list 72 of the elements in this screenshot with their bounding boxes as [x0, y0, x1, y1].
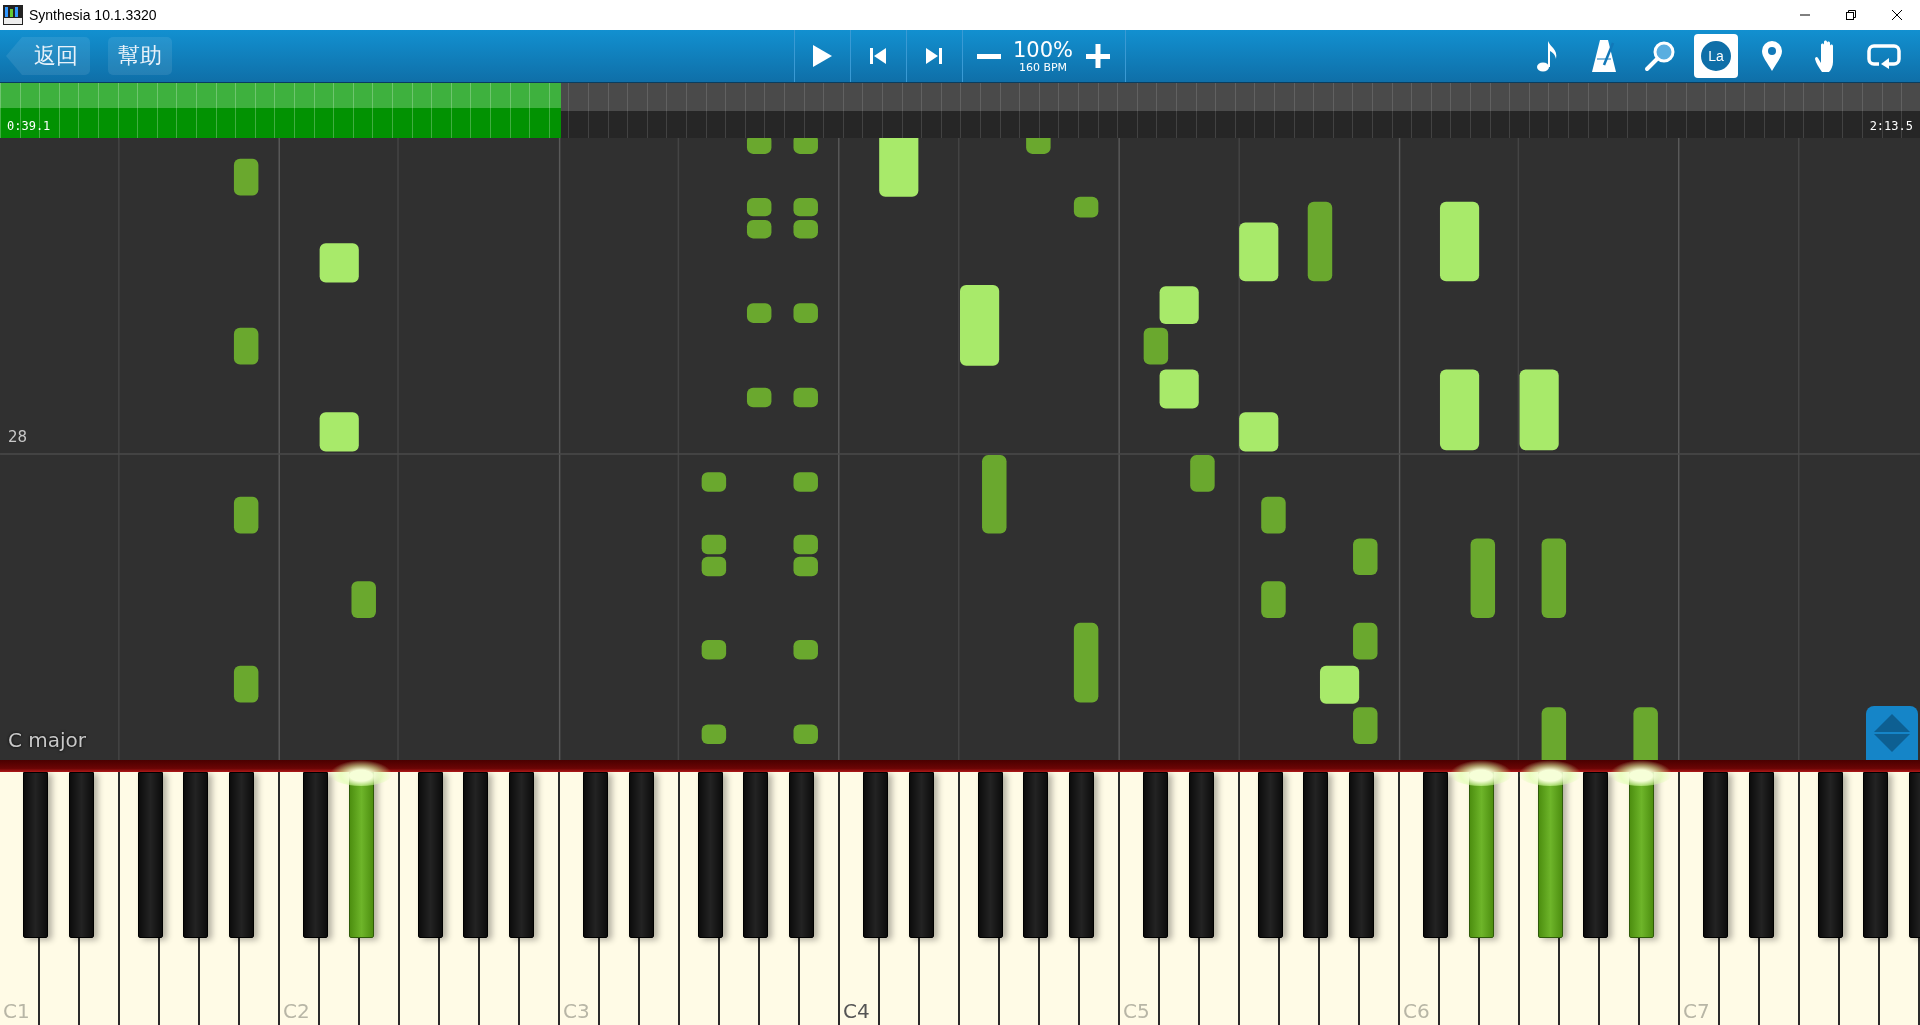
piano-logo-icon [3, 5, 23, 25]
sharp-key[interactable] [69, 772, 94, 938]
sharp-key[interactable] [1749, 772, 1774, 938]
help-button[interactable]: 幫助 [108, 37, 172, 75]
octave-label: C5 [1123, 999, 1150, 1023]
octave-label: C4 [843, 999, 870, 1023]
scroll-toggle-button[interactable] [1866, 706, 1918, 760]
sharp-key[interactable] [863, 772, 888, 938]
pressed-sharp-key[interactable] [1538, 772, 1563, 938]
sharp-key[interactable] [1863, 772, 1888, 938]
search-icon [1644, 40, 1676, 72]
key-glow [1609, 760, 1673, 786]
map-pin-icon [1761, 40, 1783, 72]
sharp-key[interactable] [743, 772, 768, 938]
sharp-key[interactable] [1303, 772, 1328, 938]
note-name-button[interactable]: La [1694, 34, 1738, 78]
pressed-sharp-key[interactable] [1629, 772, 1654, 938]
tempo-label: 160 BPM [1018, 60, 1068, 74]
window-title: Synthesia 10.1.3320 [29, 7, 157, 23]
sharp-key[interactable] [978, 772, 1003, 938]
metronome-icon [1591, 39, 1617, 73]
key-glow [329, 760, 393, 786]
key-signature-label: C major [8, 728, 87, 752]
skip-forward-icon [925, 47, 944, 65]
sharp-key[interactable] [1023, 772, 1048, 938]
sharp-key[interactable] [789, 772, 814, 938]
sharp-key[interactable] [1143, 772, 1168, 938]
sharp-key[interactable] [303, 772, 328, 938]
pressed-sharp-key[interactable] [1469, 772, 1494, 938]
sharp-key[interactable] [698, 772, 723, 938]
sharp-key[interactable] [1189, 772, 1214, 938]
restore-icon [1845, 9, 1857, 21]
elapsed-time: 0:39.1 [7, 119, 51, 133]
sharp-key[interactable] [909, 772, 934, 938]
speed-percent: 100% [1012, 38, 1073, 61]
sharp-key[interactable] [183, 772, 208, 938]
song-progress-bar[interactable]: 0:39.1 2:13.5 [0, 83, 1920, 138]
decrease-speed-button[interactable] [976, 53, 1001, 59]
back-button[interactable]: 返回 [6, 37, 90, 75]
octave-label: C1 [3, 999, 30, 1023]
octave-label: C2 [283, 999, 310, 1023]
sharp-key[interactable] [463, 772, 488, 938]
sharp-key[interactable] [229, 772, 254, 938]
sharp-key[interactable] [509, 772, 534, 938]
loop-icon [1867, 43, 1901, 69]
sharp-key[interactable] [23, 772, 48, 938]
minus-icon [976, 53, 1001, 59]
measure-number: 28 [8, 428, 28, 446]
sharp-key[interactable] [1258, 772, 1283, 938]
piano-keyboard[interactable]: C1 C2 C3 C4 C5 C6 C7 [0, 772, 1920, 1025]
sharp-key[interactable] [629, 772, 654, 938]
sharp-key[interactable] [1423, 772, 1448, 938]
play-icon [811, 44, 834, 68]
sharp-key[interactable] [1703, 772, 1728, 938]
close-icon [1891, 9, 1903, 21]
sharp-key[interactable] [418, 772, 443, 938]
pressed-sharp-key[interactable] [349, 772, 374, 938]
sharp-key[interactable] [138, 772, 163, 938]
plus-icon [1085, 43, 1111, 69]
sharp-key[interactable] [1349, 772, 1374, 938]
sharp-key[interactable] [1583, 772, 1608, 938]
key-glow [1518, 760, 1582, 786]
increase-speed-button[interactable] [1085, 43, 1111, 69]
total-time: 2:13.5 [1869, 119, 1913, 133]
sharp-key[interactable] [583, 772, 608, 938]
sharp-key[interactable] [1069, 772, 1094, 938]
key-glow [1449, 760, 1513, 786]
octave-label: C7 [1683, 999, 1710, 1023]
octave-label: C6 [1403, 999, 1430, 1023]
skip-back-icon [869, 47, 888, 65]
sharp-key[interactable] [1818, 772, 1843, 938]
octave-label: C3 [563, 999, 590, 1023]
